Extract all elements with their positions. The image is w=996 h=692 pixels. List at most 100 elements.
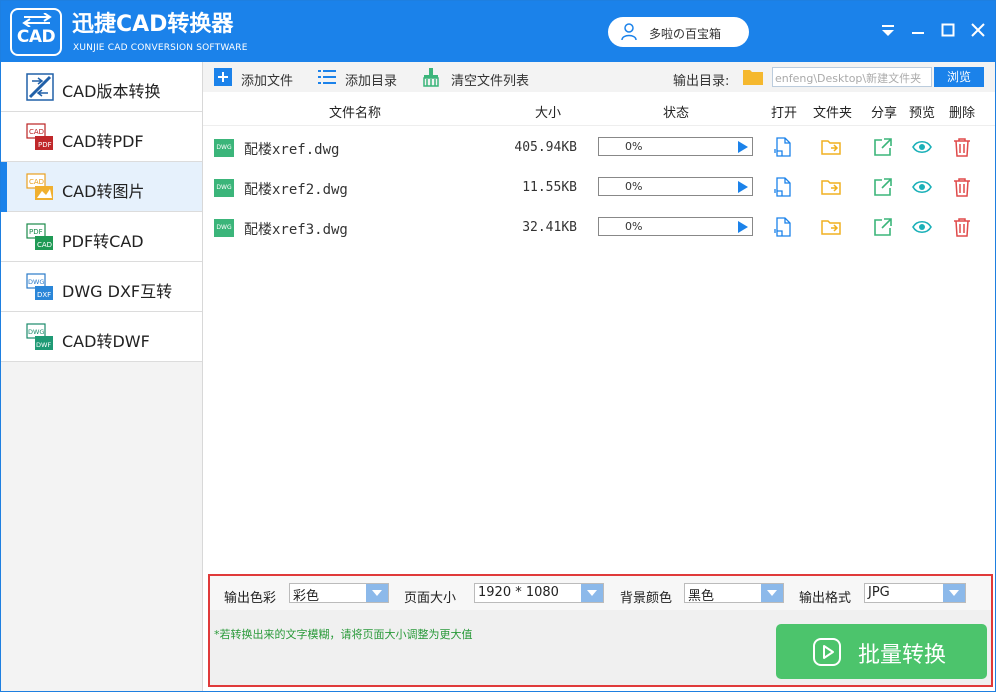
progress-bar: 0%: [598, 137, 753, 156]
sidebar-item-label: CAD转图片: [62, 182, 145, 201]
menu-dropdown-icon[interactable]: [877, 19, 899, 41]
open-file-icon[interactable]: [773, 217, 793, 237]
file-name: 配楼xref.dwg: [244, 142, 340, 158]
toolbar: 添加文件 添加目录 清空文件列表 输出目录: enfeng\Desktop\新建…: [203, 62, 995, 92]
header-delete: 删除: [949, 106, 976, 121]
output-options-panel: 输出色彩 彩色 页面大小 1920 * 1080 背景颜色 黑色 输出格式 JP…: [208, 574, 993, 687]
sidebar-item-cad-version[interactable]: CAD版本转换: [1, 62, 202, 112]
add-directory-button[interactable]: 添加目录: [317, 67, 407, 89]
play-icon[interactable]: [738, 221, 748, 233]
page-size-select[interactable]: 1920 * 1080: [474, 583, 604, 603]
open-folder-icon[interactable]: [821, 217, 841, 237]
svg-text:PDF: PDF: [38, 141, 52, 149]
header-share: 分享: [871, 106, 898, 121]
chevron-down-icon: [581, 584, 603, 602]
svg-text:PDF: PDF: [29, 228, 43, 236]
background-color-value: 黑色: [688, 589, 715, 604]
sidebar: CAD版本转换 CAD PDF CAD转PDF CAD CAD转图片 PDF C…: [1, 62, 203, 691]
output-color-label: 输出色彩: [224, 591, 277, 606]
table-row[interactable]: DWG 配楼xref3.dwg 32.41KB 0%: [203, 207, 995, 247]
pdf-to-cad-icon: PDF CAD: [26, 223, 53, 250]
open-file-icon[interactable]: [773, 177, 793, 197]
sidebar-item-pdf-to-cad[interactable]: PDF CAD PDF转CAD: [1, 212, 202, 262]
cad-to-dwf-icon: DWG DWF: [26, 323, 53, 350]
sidebar-item-label: CAD转DWF: [62, 332, 150, 351]
preview-eye-icon[interactable]: [912, 217, 932, 237]
dwg-file-icon: DWG: [214, 219, 234, 237]
header-open: 打开: [771, 106, 798, 121]
open-folder-icon[interactable]: [821, 137, 841, 157]
sidebar-item-label: CAD版本转换: [62, 82, 161, 101]
delete-trash-icon[interactable]: [952, 217, 972, 237]
file-name: 配楼xref2.dwg: [244, 182, 348, 198]
sidebar-item-cad-to-pdf[interactable]: CAD PDF CAD转PDF: [1, 112, 202, 162]
play-icon[interactable]: [738, 181, 748, 193]
clear-list-label: 清空文件列表: [451, 74, 530, 89]
cad-to-pdf-icon: CAD PDF: [26, 123, 53, 150]
header-preview: 预览: [909, 106, 936, 121]
share-icon[interactable]: [873, 177, 893, 197]
background-color-select[interactable]: 黑色: [684, 583, 784, 604]
logo-arrows-icon: [22, 13, 52, 27]
app-logo: CAD: [10, 8, 62, 56]
sidebar-item-dwg-dxf[interactable]: DWG DXF DWG DXF互转: [1, 262, 202, 312]
sidebar-item-cad-to-dwf[interactable]: DWG DWF CAD转DWF: [1, 312, 202, 362]
progress-percent: 0%: [625, 180, 643, 193]
table-row[interactable]: DWG 配楼xref2.dwg 11.55KB 0%: [203, 167, 995, 207]
sidebar-item-cad-to-image[interactable]: CAD CAD转图片: [1, 162, 202, 212]
play-circle-icon: [813, 638, 841, 666]
page-size-label: 页面大小: [404, 591, 457, 606]
chevron-down-icon: [943, 584, 965, 602]
dwg-dxf-icon: DWG DXF: [26, 273, 53, 300]
add-directory-label: 添加目录: [345, 74, 398, 89]
table-row[interactable]: DWG 配楼xref.dwg 405.94KB 0%: [203, 127, 995, 167]
app-subtitle: XUNJIE CAD CONVERSION SOFTWARE: [73, 43, 248, 53]
output-color-select[interactable]: 彩色: [289, 583, 389, 604]
user-icon: [621, 23, 637, 41]
file-size: 32.41KB: [522, 220, 577, 235]
minimize-icon[interactable]: [907, 19, 929, 41]
output-format-select[interactable]: JPG: [864, 583, 966, 603]
delete-trash-icon[interactable]: [952, 177, 972, 197]
folder-icon: [743, 70, 763, 85]
blur-hint-text: *若转换出来的文字模糊，请将页面大小调整为更大值: [214, 628, 473, 641]
page-size-value: 1920 * 1080: [478, 585, 559, 600]
close-icon[interactable]: [967, 19, 989, 41]
share-icon[interactable]: [873, 217, 893, 237]
open-folder-icon[interactable]: [821, 177, 841, 197]
svg-text:CAD: CAD: [29, 178, 44, 186]
maximize-icon[interactable]: [937, 19, 959, 41]
background-color-label: 背景颜色: [620, 591, 673, 606]
output-color-value: 彩色: [293, 589, 320, 604]
header-status: 状态: [663, 106, 690, 121]
output-format-value: JPG: [868, 585, 890, 600]
browse-button[interactable]: 浏览: [934, 67, 984, 87]
svg-text:DWG: DWG: [28, 278, 44, 286]
delete-trash-icon[interactable]: [952, 137, 972, 157]
chevron-down-icon: [761, 584, 783, 602]
list-icon: [318, 70, 336, 84]
clear-list-button[interactable]: 清空文件列表: [421, 67, 541, 89]
preview-eye-icon[interactable]: [912, 137, 932, 157]
open-file-icon[interactable]: [773, 137, 793, 157]
svg-text:DWF: DWF: [36, 341, 51, 349]
cad-to-image-icon: CAD: [26, 173, 53, 200]
chevron-down-icon: [366, 584, 388, 602]
add-file-label: 添加文件: [241, 74, 294, 89]
user-account-button[interactable]: 多啦の百宝箱: [608, 17, 749, 47]
logo-text: CAD: [16, 27, 56, 47]
svg-text:CAD: CAD: [29, 128, 44, 136]
batch-convert-label: 批量转换: [858, 643, 947, 668]
output-dir-label: 输出目录:: [673, 74, 730, 89]
play-icon[interactable]: [738, 141, 748, 153]
add-file-button[interactable]: 添加文件: [213, 67, 303, 89]
share-icon[interactable]: [873, 137, 893, 157]
title-bar: CAD 迅捷CAD转换器 XUNJIE CAD CONVERSION SOFTW…: [1, 1, 995, 62]
file-table-header: 文件名称 大小 状态 打开 文件夹 分享 预览 删除: [203, 92, 995, 126]
svg-text:DXF: DXF: [37, 291, 51, 299]
output-path-field[interactable]: enfeng\Desktop\新建文件夹: [772, 67, 932, 87]
progress-bar: 0%: [598, 217, 753, 236]
batch-convert-button[interactable]: 批量转换: [776, 624, 987, 679]
preview-eye-icon[interactable]: [912, 177, 932, 197]
svg-text:DWG: DWG: [28, 328, 44, 336]
